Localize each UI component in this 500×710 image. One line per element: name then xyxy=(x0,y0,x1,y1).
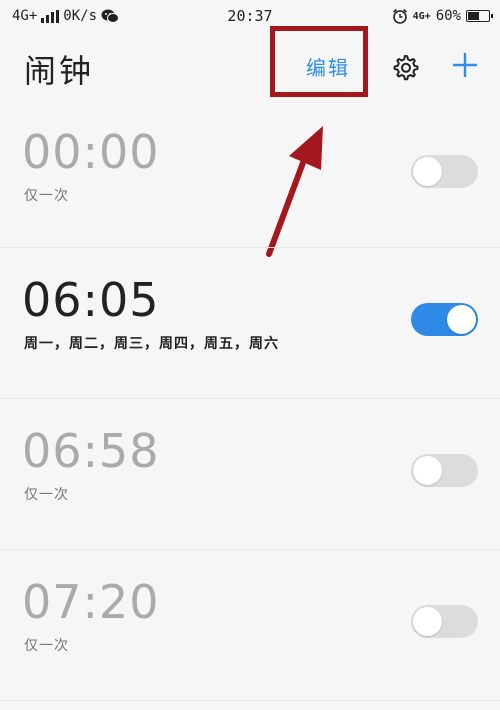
alarm-time: 06:05 xyxy=(22,273,160,327)
alarm-row[interactable]: 06:05 周一，周二，周三，周四，周五，周六 xyxy=(0,248,500,399)
network-secondary-label: 4G+ xyxy=(412,10,431,22)
alarm-repeat: 仅一次 xyxy=(24,188,69,204)
toggle-knob xyxy=(447,305,476,334)
alarm-toggle[interactable] xyxy=(411,303,478,336)
toggle-knob xyxy=(413,607,442,636)
battery-percent: 60% xyxy=(435,8,461,24)
plus-icon[interactable] xyxy=(450,50,480,80)
alarm-row[interactable]: 06:58 仅一次 xyxy=(0,399,500,550)
alarm-toggle[interactable] xyxy=(411,605,478,638)
status-right: 4G+ 60% xyxy=(392,8,493,24)
alarm-row[interactable]: 00:00 仅一次 xyxy=(0,100,500,248)
gear-icon[interactable] xyxy=(390,52,420,82)
toggle-knob xyxy=(413,157,442,186)
highlight-box xyxy=(270,26,368,97)
alarm-repeat: 周一，周二，周三，周四，周五，周六 xyxy=(24,336,279,352)
alarm-toggle[interactable] xyxy=(411,155,478,188)
alarm-toggle[interactable] xyxy=(411,454,478,487)
alarm-time: 00:00 xyxy=(22,125,160,179)
toggle-knob xyxy=(413,456,442,485)
alarm-row[interactable]: 07:20 仅一次 xyxy=(0,550,500,701)
status-bar: 4G+ 0K/s 20:37 4G+ 60% xyxy=(0,0,500,34)
page-title: 闹钟 xyxy=(24,52,95,90)
battery-icon xyxy=(466,10,493,22)
alarm-time: 07:20 xyxy=(22,575,160,629)
header: 闹钟 编辑 xyxy=(0,34,500,100)
alarm-repeat: 仅一次 xyxy=(24,487,69,503)
alarm-clock-icon xyxy=(392,8,407,24)
alarm-repeat: 仅一次 xyxy=(24,638,69,654)
alarm-time: 06:58 xyxy=(22,424,160,478)
alarm-list: 00:00 仅一次 06:05 周一，周二，周三，周四，周五，周六 06:58 … xyxy=(0,100,500,701)
